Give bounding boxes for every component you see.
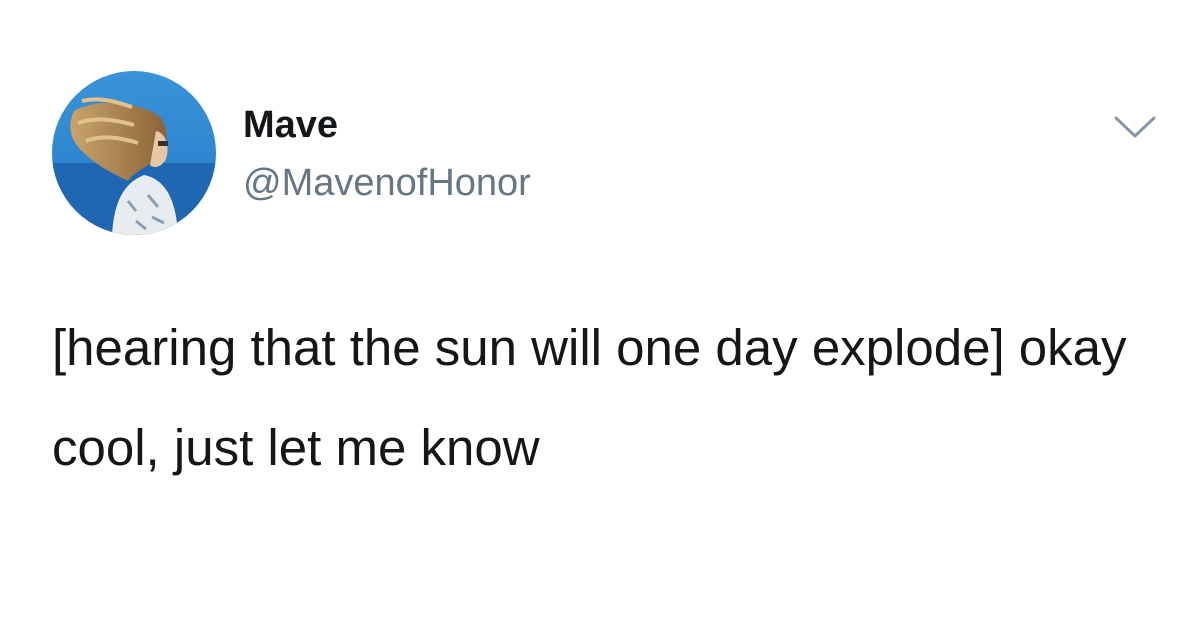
username-handle[interactable]: @MavenofHonor [243,160,531,206]
chevron-down-icon[interactable] [1113,112,1157,142]
avatar-photo [52,71,216,235]
tweet-text: [hearing that the sun will one day explo… [52,319,1127,476]
avatar[interactable] [52,71,216,235]
tweet-card: Mave @MavenofHonor [hearing that the sun… [0,0,1200,628]
display-name[interactable]: Mave [243,103,338,147]
